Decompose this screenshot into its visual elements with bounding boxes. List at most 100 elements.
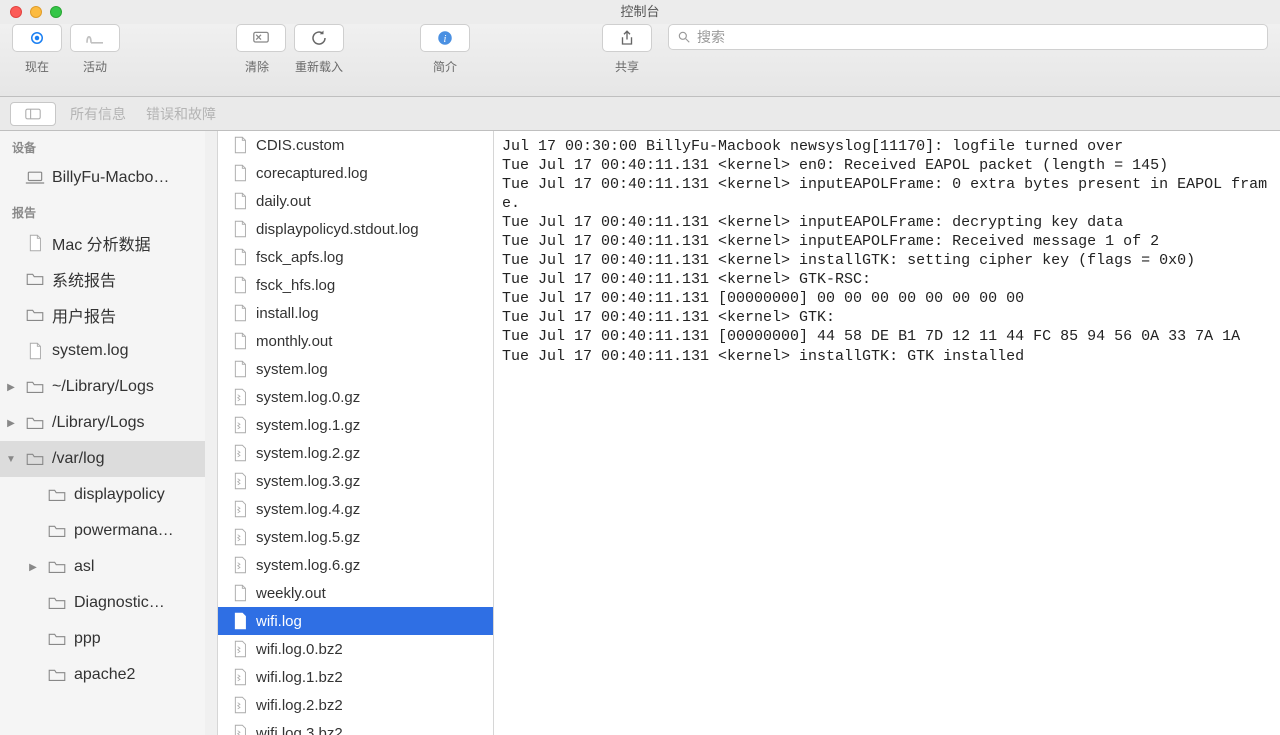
file-item[interactable]: wifi.log.1.bz2	[218, 663, 493, 691]
sidebar-item-label: 用户报告	[52, 303, 116, 327]
file-item[interactable]: wifi.log.2.bz2	[218, 691, 493, 719]
clear-button[interactable]	[236, 24, 286, 52]
sidebar-item[interactable]: ▼ /var/log	[0, 441, 217, 477]
folder-icon	[46, 488, 68, 502]
filter-bar: 所有信息 错误和故障	[0, 97, 1280, 131]
archive-icon	[232, 668, 248, 686]
folder-icon	[24, 452, 46, 466]
sidebar-item-label: system.log	[52, 342, 128, 360]
titlebar: 控制台	[0, 0, 1280, 24]
clear-label: 清除	[232, 58, 282, 75]
disclosure-icon[interactable]: ▶	[4, 382, 18, 393]
file-name: system.log	[256, 361, 328, 378]
file-item[interactable]: system.log.4.gz	[218, 495, 493, 523]
sidebar-devices-header: 设备	[0, 131, 217, 160]
sidebar-scrollbar[interactable]	[205, 131, 217, 735]
sidebar-item[interactable]: ▶asl	[0, 549, 217, 585]
file-name: wifi.log.3.bz2	[256, 725, 343, 735]
file-item[interactable]: monthly.out	[218, 327, 493, 355]
file-name: install.log	[256, 305, 319, 322]
close-icon[interactable]	[10, 6, 22, 18]
sidebar-item-label: /var/log	[52, 450, 104, 468]
document-icon	[232, 136, 248, 154]
sidebar-item[interactable]: system.log	[0, 333, 217, 369]
file-item[interactable]: wifi.log	[218, 607, 493, 635]
log-pane[interactable]: Jul 17 00:30:00 BillyFu-Macbook newsyslo…	[494, 131, 1280, 735]
file-name: system.log.3.gz	[256, 473, 360, 490]
folder-icon	[46, 560, 68, 574]
disclosure-icon[interactable]: ▼	[4, 454, 18, 465]
clear-icon	[251, 30, 271, 46]
file-name: system.log.5.gz	[256, 529, 360, 546]
file-item[interactable]: weekly.out	[218, 579, 493, 607]
file-item[interactable]: wifi.log.0.bz2	[218, 635, 493, 663]
reload-button[interactable]	[294, 24, 344, 52]
file-item[interactable]: install.log	[218, 299, 493, 327]
log-text: Jul 17 00:30:00 BillyFu-Macbook newsyslo…	[502, 137, 1272, 366]
archive-icon	[232, 724, 248, 735]
share-button[interactable]	[602, 24, 652, 52]
sidebar-item[interactable]: Diagnostic…	[0, 585, 217, 621]
folder-icon	[46, 668, 68, 682]
file-item[interactable]: corecaptured.log	[218, 159, 493, 187]
sidebar-item-label: 系统报告	[52, 267, 116, 291]
disclosure-icon[interactable]: ▶	[26, 562, 40, 573]
file-item[interactable]: system.log	[218, 355, 493, 383]
file-item[interactable]: wifi.log.3.bz2	[218, 719, 493, 735]
info-button[interactable]: i	[420, 24, 470, 52]
search-input[interactable]: 搜索	[668, 24, 1268, 50]
sidebar-item[interactable]: ▶~/Library/Logs	[0, 369, 217, 405]
document-icon	[232, 192, 248, 210]
activity-label: 活动	[70, 58, 120, 75]
file-name: weekly.out	[256, 585, 326, 602]
sidebar-item[interactable]: Mac 分析数据	[0, 225, 217, 261]
sidebar-item-label: apache2	[74, 666, 135, 684]
folder-icon	[46, 524, 68, 538]
file-item[interactable]: system.log.2.gz	[218, 439, 493, 467]
sidebar-item[interactable]: apache2	[0, 657, 217, 693]
document-icon	[232, 276, 248, 294]
reload-icon	[310, 29, 328, 47]
search-container: 搜索	[668, 24, 1268, 50]
file-name: system.log.2.gz	[256, 445, 360, 462]
file-item[interactable]: displaypolicyd.stdout.log	[218, 215, 493, 243]
file-item[interactable]: daily.out	[218, 187, 493, 215]
sidebar-item[interactable]: powermana…	[0, 513, 217, 549]
file-name: system.log.0.gz	[256, 389, 360, 406]
archive-icon	[232, 416, 248, 434]
info-icon: i	[436, 29, 454, 47]
filter-errors[interactable]: 错误和故障	[146, 104, 216, 124]
archive-icon	[232, 528, 248, 546]
document-icon	[232, 584, 248, 602]
sidebar-item[interactable]: 系统报告	[0, 261, 217, 297]
sidebar-item[interactable]: 用户报告	[0, 297, 217, 333]
file-item[interactable]: system.log.0.gz	[218, 383, 493, 411]
file-item[interactable]: fsck_hfs.log	[218, 271, 493, 299]
sidebar-item[interactable]: displaypolicy	[0, 477, 217, 513]
filter-all[interactable]: 所有信息	[70, 104, 126, 124]
activity-button[interactable]	[70, 24, 120, 52]
sidebar-device[interactable]: BillyFu-Macbo…	[0, 160, 217, 196]
file-item[interactable]: system.log.6.gz	[218, 551, 493, 579]
file-item[interactable]: system.log.1.gz	[218, 411, 493, 439]
document-icon	[24, 234, 46, 252]
view-toggle[interactable]	[10, 102, 56, 126]
minimize-icon[interactable]	[30, 6, 42, 18]
sidebar-item-label: displaypolicy	[74, 486, 165, 504]
sidebar-item[interactable]: ▶/Library/Logs	[0, 405, 217, 441]
file-item[interactable]: system.log.5.gz	[218, 523, 493, 551]
file-item[interactable]: CDIS.custom	[218, 131, 493, 159]
search-icon	[677, 30, 691, 44]
search-placeholder: 搜索	[697, 27, 725, 47]
file-item[interactable]: fsck_apfs.log	[218, 243, 493, 271]
file-item[interactable]: system.log.3.gz	[218, 467, 493, 495]
disclosure-icon[interactable]: ▶	[4, 418, 18, 429]
zoom-icon[interactable]	[50, 6, 62, 18]
archive-icon	[232, 696, 248, 714]
sidebar-item-label: Mac 分析数据	[52, 231, 151, 255]
sidebar-item[interactable]: ppp	[0, 621, 217, 657]
sidebar-toggle-icon	[25, 108, 41, 120]
now-button[interactable]	[12, 24, 62, 52]
folder-icon	[24, 416, 46, 430]
document-icon	[232, 220, 248, 238]
